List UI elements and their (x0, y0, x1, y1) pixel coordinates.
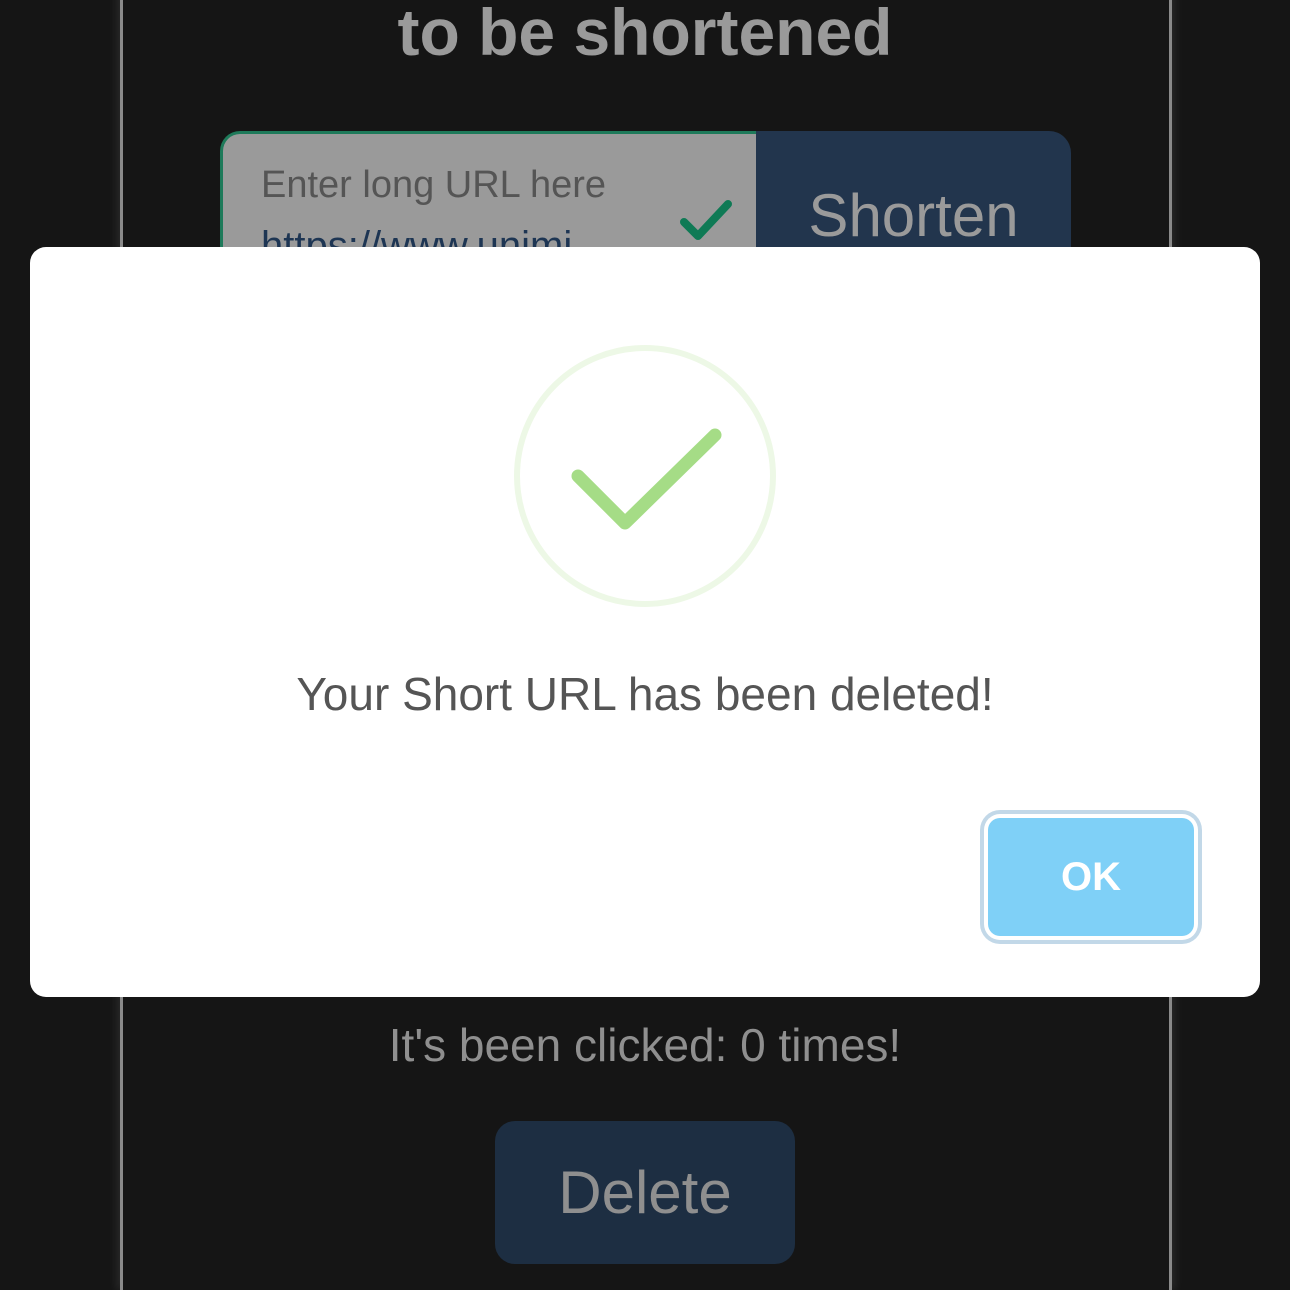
url-input-label: Enter long URL here (261, 164, 607, 206)
page-heading: to be shortened (397, 0, 893, 69)
dialog-message: Your Short URL has been deleted! (296, 668, 994, 720)
success-check-icon (514, 345, 776, 607)
ok-button[interactable]: OK (988, 818, 1194, 936)
click-count-text: It's been clicked: 0 times! (388, 1019, 902, 1071)
success-dialog: Your Short URL has been deleted! OK (30, 247, 1260, 997)
valid-check-icon (680, 200, 732, 240)
delete-button[interactable]: Delete (495, 1121, 795, 1264)
